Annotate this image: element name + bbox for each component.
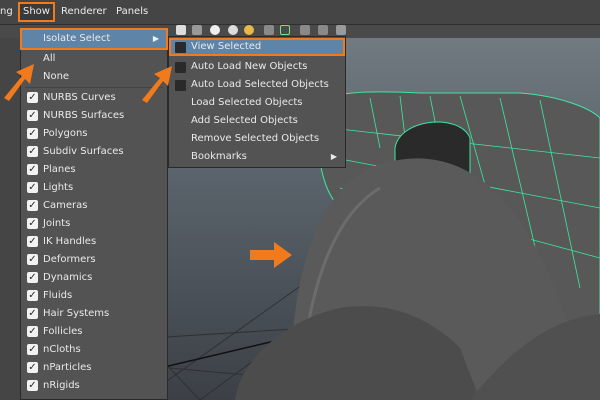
menu-item-dynamics[interactable]: ✓ Dynamics (21, 269, 167, 287)
menu-item-label: Subdiv Surfaces (43, 146, 124, 157)
submenu-item-label: Load Selected Objects (191, 97, 303, 108)
checkmark-icon: ✓ (27, 164, 38, 175)
submenu-item-view-selected[interactable]: View Selected (169, 38, 345, 56)
submenu-arrow-icon: ▶ (330, 152, 337, 161)
checkbox-icon (175, 42, 186, 53)
menu-item-label: nRigids (43, 380, 80, 391)
isolate-select-highlight-outline (20, 28, 168, 50)
sphere-icon[interactable] (210, 25, 220, 35)
menu-item-label: Deformers (43, 254, 96, 265)
submenu-item-auto-load-new-objects[interactable]: Auto Load New Objects (169, 58, 345, 76)
isolate-select-submenu: View Selected Auto Load New Objects Auto… (168, 36, 346, 168)
submenu-item-label: Bookmarks (191, 151, 247, 162)
submenu-item-remove-selected-objects[interactable]: Remove Selected Objects (169, 130, 345, 148)
submenu-item-label: View Selected (191, 41, 262, 52)
checkmark-icon: ✓ (27, 290, 38, 301)
checkmark-icon: ✓ (27, 236, 38, 247)
texture-icon[interactable] (264, 25, 274, 35)
submenu-item-auto-load-selected-objects[interactable]: Auto Load Selected Objects (169, 76, 345, 94)
menu-item-label: Hair Systems (43, 308, 110, 319)
menu-item-label: IK Handles (43, 236, 97, 247)
menu-item-label: Dynamics (43, 272, 93, 283)
menu-item-label: NURBS Surfaces (43, 110, 125, 121)
menu-item-label: Planes (43, 164, 76, 175)
menu-show[interactable]: Show (18, 2, 55, 22)
menu-item-follicles[interactable]: ✓ Follicles (21, 323, 167, 341)
submenu-item-label: Auto Load Selected Objects (191, 79, 329, 90)
submenu-item-bookmarks[interactable]: Bookmarks ▶ (169, 148, 345, 166)
camera-icon[interactable] (300, 25, 310, 35)
menu-item-label: Fluids (43, 290, 73, 301)
menu-item-label: nCloths (43, 344, 81, 355)
menu-item-label: NURBS Curves (43, 92, 116, 103)
annotation-arrow-icon (4, 64, 34, 101)
xray-icon[interactable] (280, 25, 290, 35)
checkmark-icon: ✓ (27, 218, 38, 229)
checkmark-icon: ✓ (27, 182, 38, 193)
menu-item-nurbs-surfaces[interactable]: ✓ NURBS Surfaces (21, 107, 167, 125)
submenu-item-label: Add Selected Objects (191, 115, 298, 126)
checkmark-icon: ✓ (27, 326, 38, 337)
resolution-gate-icon[interactable] (336, 25, 346, 35)
checkmark-icon: ✓ (27, 344, 38, 355)
submenu-item-label: Remove Selected Objects (191, 133, 320, 144)
menu-item-nparticles[interactable]: ✓ nParticles (21, 359, 167, 377)
menu-item-cameras[interactable]: ✓ Cameras (21, 197, 167, 215)
checkmark-icon: ✓ (27, 200, 38, 211)
menu-item-label: Cameras (43, 200, 88, 211)
menu-item-lights[interactable]: ✓ Lights (21, 179, 167, 197)
checkmark-icon: ✓ (27, 272, 38, 283)
menu-panels[interactable]: Panels (116, 5, 148, 19)
menu-item-label: Lights (43, 182, 74, 193)
checkmark-icon: ✓ (27, 128, 38, 139)
menu-item-joints[interactable]: ✓ Joints (21, 215, 167, 233)
menu-item-label: Polygons (43, 128, 88, 139)
menu-renderer[interactable]: Renderer (61, 5, 107, 19)
menu-item-hair-systems[interactable]: ✓ Hair Systems (21, 305, 167, 323)
menu-item-label: Follicles (43, 326, 83, 337)
menu-bar: ng Show Renderer Panels (0, 0, 600, 25)
submenu-item-add-selected-objects[interactable]: Add Selected Objects (169, 112, 345, 130)
menu-item-deformers[interactable]: ✓ Deformers (21, 251, 167, 269)
menu-item-label: All (43, 53, 56, 64)
shading-icon[interactable] (176, 25, 186, 35)
checkmark-icon: ✓ (27, 146, 38, 157)
menu-lighting[interactable]: ng (0, 5, 13, 19)
menu-item-planes[interactable]: ✓ Planes (21, 161, 167, 179)
menu-item-fluids[interactable]: ✓ Fluids (21, 287, 167, 305)
checkmark-icon: ✓ (27, 254, 38, 265)
menu-item-label: Joints (43, 218, 71, 229)
checkmark-icon: ✓ (27, 308, 38, 319)
checkmark-icon: ✓ (27, 110, 38, 121)
submenu-item-label: Auto Load New Objects (191, 61, 308, 72)
menu-item-subdiv-surfaces[interactable]: ✓ Subdiv Surfaces (21, 143, 167, 161)
checkmark-icon: ✓ (27, 362, 38, 373)
grid-icon[interactable] (192, 25, 202, 35)
film-gate-icon[interactable] (318, 25, 328, 35)
menu-item-ik-handles[interactable]: ✓ IK Handles (21, 233, 167, 251)
checkmark-icon: ✓ (27, 380, 38, 391)
light-bulb-icon[interactable] (244, 25, 254, 35)
lighting-icon[interactable] (228, 25, 238, 35)
menu-item-ncloths[interactable]: ✓ nCloths (21, 341, 167, 359)
menu-item-label: None (43, 71, 70, 82)
submenu-item-load-selected-objects[interactable]: Load Selected Objects (169, 94, 345, 112)
annotation-arrow-icon (142, 66, 172, 103)
annotation-arrow-icon (250, 242, 292, 268)
menu-item-polygons[interactable]: ✓ Polygons (21, 125, 167, 143)
menu-item-nrigids[interactable]: ✓ nRigids (21, 377, 167, 395)
menu-item-label: nParticles (43, 362, 92, 373)
